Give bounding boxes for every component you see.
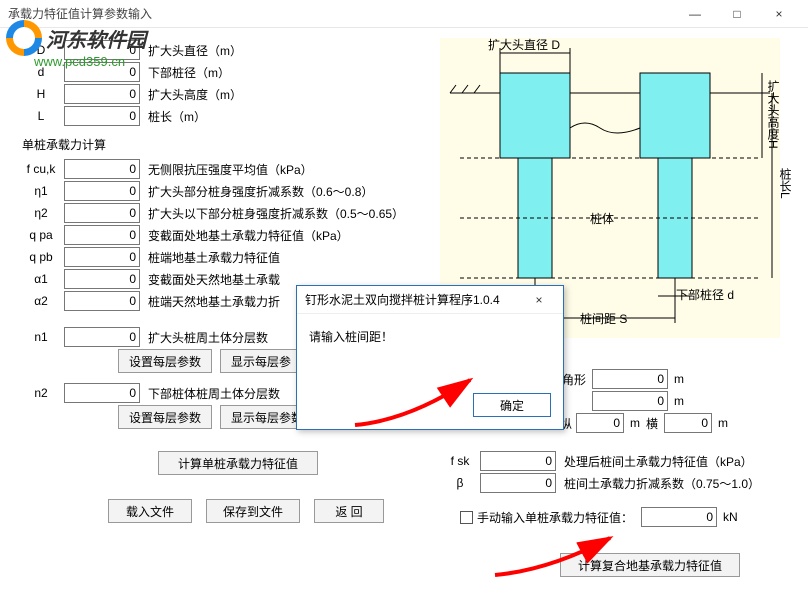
input-a1[interactable] xyxy=(64,269,140,289)
label-H: H xyxy=(18,87,64,101)
input-H[interactable] xyxy=(64,84,140,104)
close-button[interactable]: × xyxy=(758,0,800,28)
input-L[interactable] xyxy=(64,106,140,126)
input-rect-h[interactable] xyxy=(664,413,712,433)
btn-set-layer-n2[interactable]: 设置每层参数 xyxy=(118,405,212,429)
input-manual[interactable] xyxy=(641,507,717,527)
desc-a2: 桩端天然地基土承载力折 xyxy=(148,293,280,310)
label-fsk: f sk xyxy=(440,454,480,468)
label-D: D xyxy=(18,43,64,57)
label-manual: 手动输入单桩承载力特征值： xyxy=(477,509,633,526)
maximize-button[interactable]: □ xyxy=(716,0,758,28)
ann-D: 扩大头直径 D xyxy=(488,36,560,53)
close-icon: × xyxy=(535,293,542,307)
ann-body: 桩体 xyxy=(590,210,614,227)
desc-L: 桩长（m） xyxy=(148,108,206,125)
ann-d: 下部桩径 d xyxy=(676,286,734,303)
label-rect-h: 横 xyxy=(646,415,658,432)
label-d: d xyxy=(18,65,64,79)
desc-eta1: 扩大头部分桩身强度折减系数（0.6～0.8） xyxy=(148,183,373,200)
message-dialog: 钉形水泥土双向搅拌桩计算程序1.0.4 × 请输入桩间距！ 确定 xyxy=(296,285,564,430)
desc-H: 扩大头高度（m） xyxy=(148,86,242,103)
ann-S: 桩间距 S xyxy=(580,310,627,327)
input-fsk[interactable] xyxy=(480,451,556,471)
btn-calc-composite[interactable]: 计算复合地基承载力特征值 xyxy=(560,553,740,577)
input-rect-v[interactable] xyxy=(576,413,624,433)
desc-fcuk: 无侧限抗压强度平均值（kPa） xyxy=(148,161,313,178)
label-a2: α2 xyxy=(18,294,64,308)
dialog-ok-button[interactable]: 确定 xyxy=(473,393,551,417)
label-qpb: q pb xyxy=(18,250,64,264)
input-tri[interactable] xyxy=(592,369,668,389)
desc-n1: 扩大头桩周土体分层数 xyxy=(148,329,268,346)
btn-back[interactable]: 返 回 xyxy=(314,499,384,523)
dialog-message: 请输入桩间距！ xyxy=(297,314,563,359)
desc-D: 扩大头直径（m） xyxy=(148,42,242,59)
input-n2[interactable] xyxy=(64,383,140,403)
ann-H: 扩大头高度H xyxy=(765,80,782,149)
minimize-button[interactable]: — xyxy=(674,0,716,28)
btn-save-file[interactable]: 保存到文件 xyxy=(206,499,300,523)
input-n1[interactable] xyxy=(64,327,140,347)
input-D[interactable] xyxy=(64,40,140,60)
label-a1: α1 xyxy=(18,272,64,286)
label-fcuk: f cu,k xyxy=(18,162,64,176)
label-L: L xyxy=(18,109,64,123)
desc-n2: 下部桩体桩周土体分层数 xyxy=(148,385,280,402)
desc-eta2: 扩大头以下部分桩身强度折减系数（0.5～0.65） xyxy=(148,205,404,222)
unit-kn: kN xyxy=(723,510,738,524)
desc-qpa: 变截面处地基土承载力特征值（kPa） xyxy=(148,227,349,244)
window-title: 承载力特征值计算参数输入 xyxy=(8,5,674,22)
input-eta2[interactable] xyxy=(64,203,140,223)
desc-fsk: 处理后桩间土承载力特征值（kPa） xyxy=(564,453,753,470)
dialog-title: 钉形水泥土双向搅拌桩计算程序1.0.4 xyxy=(305,291,523,308)
label-beta: β xyxy=(440,476,480,490)
input-d[interactable] xyxy=(64,62,140,82)
unit-m-3: m xyxy=(630,416,640,430)
desc-qpb: 桩端地基土承载力特征值 xyxy=(148,249,280,266)
btn-load-file[interactable]: 载入文件 xyxy=(108,499,192,523)
btn-set-layer-n1[interactable]: 设置每层参数 xyxy=(118,349,212,373)
unit-m-2: m xyxy=(674,394,684,408)
input-sq[interactable] xyxy=(592,391,668,411)
label-qpa: q pa xyxy=(18,228,64,242)
input-qpb[interactable] xyxy=(64,247,140,267)
label-n2: n2 xyxy=(18,386,64,400)
input-beta[interactable] xyxy=(480,473,556,493)
btn-calc-single-pile[interactable]: 计算单桩承载力特征值 xyxy=(158,451,318,475)
ann-L: 桩长L xyxy=(777,168,794,199)
desc-beta: 桩间土承载力折减系数（0.75～1.0） xyxy=(564,475,760,492)
input-eta1[interactable] xyxy=(64,181,140,201)
label-n1: n1 xyxy=(18,330,64,344)
unit-m-4: m xyxy=(718,416,728,430)
input-qpa[interactable] xyxy=(64,225,140,245)
label-eta2: η2 xyxy=(18,206,64,220)
unit-m-1: m xyxy=(674,372,684,386)
input-fcuk[interactable] xyxy=(64,159,140,179)
btn-show-layer-n1[interactable]: 显示每层参 xyxy=(220,349,302,373)
input-a2[interactable] xyxy=(64,291,140,311)
checkbox-manual[interactable] xyxy=(460,511,473,524)
section-single-pile: 单桩承载力计算 xyxy=(22,136,418,153)
label-eta1: η1 xyxy=(18,184,64,198)
desc-d: 下部桩径（m） xyxy=(148,64,230,81)
title-bar: 承载力特征值计算参数输入 — □ × xyxy=(0,0,808,28)
desc-a1: 变截面处天然地基土承载 xyxy=(148,271,280,288)
dialog-close-button[interactable]: × xyxy=(523,289,555,311)
